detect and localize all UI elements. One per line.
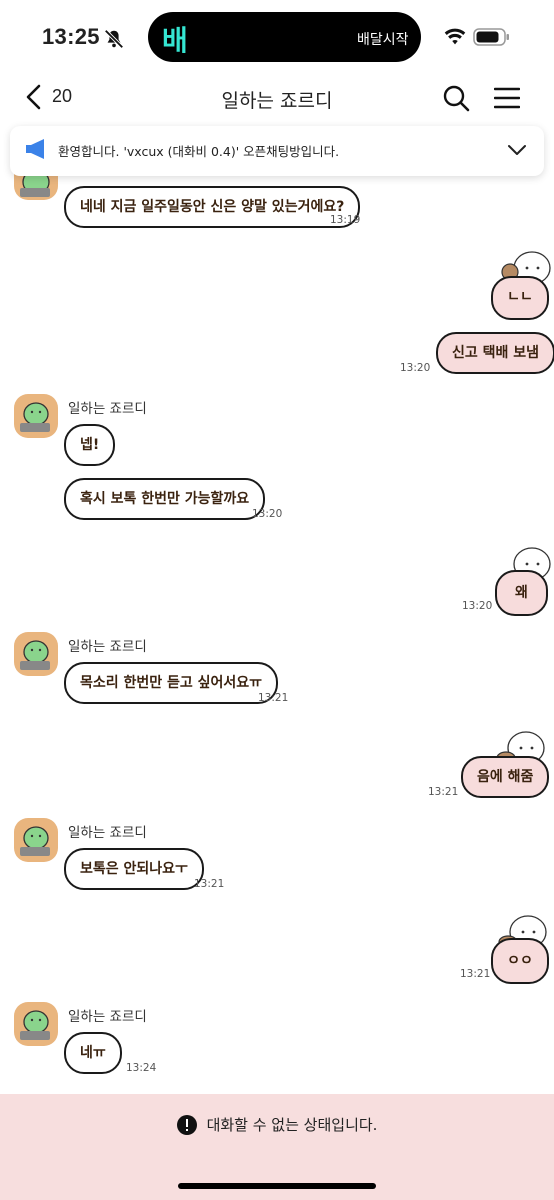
battery-icon (473, 28, 509, 46)
message-timestamp: 13:19 (330, 214, 361, 226)
disabled-message-text: 대화할 수 없는 상태입니다. (206, 1116, 378, 1134)
sent-message-bubble[interactable]: ㅇㅇ (491, 938, 549, 984)
message-timestamp: 13:21 (460, 968, 491, 980)
search-icon[interactable] (442, 84, 470, 112)
message-timestamp: 13:21 (258, 692, 289, 704)
message-timestamp: 13:20 (462, 600, 493, 612)
message-timestamp: 13:21 (194, 878, 225, 890)
sender-name: 일하는 죠르디 (68, 1009, 147, 1025)
received-message-bubble[interactable]: 넵! (64, 424, 116, 466)
island-activity-text: 배달시작 (357, 32, 409, 48)
dinosaur-avatar-icon (20, 826, 50, 856)
notice-text: 환영합니다. 'vxcux (대화비 0.4)' 오픈채팅방입니다. (58, 144, 340, 159)
message-timestamp: 13:21 (428, 786, 459, 798)
sender-name: 일하는 죠르디 (68, 825, 147, 841)
sender-avatar[interactable] (14, 632, 58, 676)
received-message-bubble[interactable]: 네네 지금 일주일동안 신은 양말 있는거에요? (64, 186, 361, 228)
home-indicator[interactable] (178, 1183, 376, 1189)
sender-avatar[interactable] (14, 1002, 58, 1046)
sent-message-bubble[interactable]: 신고 택배 보냄 (436, 332, 554, 374)
disabled-message: 대화할 수 없는 상태입니다. (0, 1114, 554, 1139)
sent-message-bubble[interactable]: 음에 해줌 (461, 756, 550, 798)
received-message-bubble[interactable]: 네ㅠ (64, 1032, 122, 1074)
wifi-icon (444, 28, 466, 45)
sender-name: 일하는 죠르디 (68, 639, 147, 655)
dinosaur-avatar-icon (20, 402, 50, 432)
sender-avatar[interactable] (14, 394, 58, 438)
message-timestamp: 13:24 (126, 1062, 157, 1074)
status-time: 13:25 (42, 24, 100, 49)
sent-message-bubble[interactable]: ㄴㄴ (491, 276, 549, 320)
delivery-app-logo: 배 (162, 24, 188, 57)
dinosaur-avatar-icon (20, 640, 50, 670)
bell-slash-icon (104, 29, 124, 49)
sender-name: 일하는 죠르디 (68, 401, 147, 417)
sender-avatar[interactable] (14, 818, 58, 862)
menu-icon[interactable] (494, 87, 520, 109)
sent-message-bubble[interactable]: 왜 (495, 570, 548, 616)
exclamation-circle-icon (176, 1114, 197, 1135)
received-message-bubble[interactable]: 목소리 한번만 듣고 싶어서요ㅠ (64, 662, 279, 704)
received-message-bubble[interactable]: 보톡은 안되나요ㅜ (64, 848, 204, 890)
message-timestamp: 13:20 (252, 508, 283, 520)
message-timestamp: 13:20 (400, 362, 431, 374)
megaphone-icon (26, 139, 44, 159)
chat-room-title: 일하는 죠르디 (221, 90, 333, 112)
dinosaur-avatar-icon (20, 1010, 50, 1040)
chevron-down-icon[interactable] (507, 142, 527, 158)
received-message-bubble[interactable]: 혹시 보톡 한번만 가능할까요 (64, 478, 266, 520)
